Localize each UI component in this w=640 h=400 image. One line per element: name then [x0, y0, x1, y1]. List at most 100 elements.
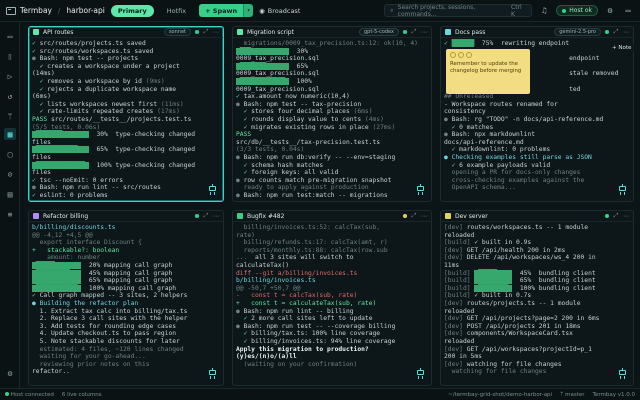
expand-icon[interactable]: ⤢ [613, 28, 619, 36]
terminal-text: Bash: npx markdownlint [451, 131, 535, 139]
note-color-icon[interactable] [450, 52, 456, 58]
terminal-text: waiting for your go-ahead... [39, 353, 146, 361]
host-status-dot-icon [562, 8, 567, 13]
session-pane-migration-script[interactable]: Migration script gpt-5-codex ⤢ ⋯ migrations… [232, 26, 432, 202]
terminal-text: 30% type-checking changed [96, 131, 196, 139]
project-name[interactable]: harbor-api [66, 6, 105, 15]
pane-header[interactable]: Dev server ⤢ ⋯ [441, 211, 633, 222]
terminal-text: DELETE /api/workspaces/ws_4 200 in [466, 254, 596, 262]
terminal-text: ✓ [32, 191, 40, 199]
terminal-text: [████████] [474, 284, 513, 292]
terminal-text: [build] [444, 292, 475, 300]
more-icon[interactable]: ⋯ [213, 29, 219, 36]
agent-robot-icon [208, 368, 217, 379]
app-brand[interactable]: Termbay [6, 6, 52, 15]
host-status-badge[interactable]: Host ok [556, 5, 598, 16]
terminal-text: ● [236, 176, 244, 184]
search-input[interactable]: ⌕ Search projects, sessions, commands...… [384, 3, 533, 18]
sticky-note[interactable]: Remember to update the changelog before … [446, 49, 530, 94]
profile-tab-hotfix[interactable]: Hotfix [160, 5, 193, 17]
note-pin-icon[interactable] [458, 52, 464, 58]
database-icon[interactable]: ≡ [4, 208, 16, 220]
pane-header[interactable]: Refactor billing ⤢ ⋯ [29, 211, 223, 222]
terminal-text: [███████████] [32, 284, 82, 292]
terminal-text: ✓ [236, 169, 252, 177]
link-icon[interactable]: ⊘ [4, 168, 16, 180]
terminal-text: 100% type-checking changed [96, 161, 196, 169]
terminal-output[interactable]: b/billing/discounts.ts @@ -4,12 +4,5 @@ … [29, 222, 223, 378]
grid-view-icon[interactable]: ▦ [4, 128, 16, 140]
host-connected-status: Host connected [5, 391, 54, 398]
pane-header[interactable]: Bugfix #482 ⤢ ⋯ [233, 211, 431, 222]
spawn-dropdown-button[interactable]: ▾ [243, 4, 254, 17]
note-text[interactable]: Remember to update the changelog before … [450, 61, 526, 74]
terminal-output[interactable]: ✓ src/routes/projects.ts saved ✓ src/rou… [29, 38, 223, 201]
notifications-bell-icon[interactable]: ♫ [538, 5, 550, 17]
pane-title: Docs pass [455, 28, 486, 36]
more-icon[interactable]: ⋯ [623, 29, 629, 36]
terminal-text: [█████████████] [32, 161, 89, 169]
terminal-text: Call graph mapped -- 3 sites, 2 helpers [39, 292, 188, 300]
folder-icon[interactable]: ▭ [4, 30, 16, 42]
terminal-text: ✓ [236, 161, 252, 169]
pane-header[interactable]: Migration script gpt-5-codex ⤢ ⋯ [233, 27, 431, 38]
expand-icon[interactable]: ⤢ [613, 212, 619, 220]
terminal-text: ✓ [32, 108, 48, 116]
expand-icon[interactable]: ⤢ [203, 212, 209, 220]
layout-panel-icon[interactable]: ▭ [622, 5, 634, 17]
notes-icon[interactable]: ▤ [4, 188, 16, 200]
spawn-button[interactable]: + Spawn [199, 4, 244, 17]
terminal-text: ✓ [32, 77, 48, 85]
more-icon[interactable]: ⋯ [421, 29, 427, 36]
host-connected-label: Host connected [10, 391, 54, 398]
breadcrumb-separator: / [57, 6, 61, 15]
expand-icon[interactable]: ⤢ [203, 28, 209, 36]
profile-tab-primary[interactable]: Primary [110, 4, 154, 17]
terminal-text: 4. Update checkout.ts to pass region [39, 330, 177, 338]
sidebar-settings-icon[interactable]: ⚙ [4, 367, 16, 379]
terminal-text: (27ms) [372, 123, 396, 131]
terminal-output[interactable]: migrations/0009_tax_precision.ts:12: ok(… [233, 38, 431, 201]
terminal-text: opening a PR for docs-only changes [451, 169, 581, 177]
terminal-text: GET /api/projects?page=2 200 in 6ms [466, 315, 600, 323]
spawn-button-group: + Spawn ▾ [199, 4, 254, 17]
git-branch-icon[interactable]: ᛘ [4, 110, 16, 122]
terminal-text: Apply this migration to production? [236, 345, 369, 353]
history-icon[interactable]: ↺ [4, 90, 16, 102]
terminal-text: reviewing prior notes on this [39, 360, 150, 368]
more-icon[interactable]: ⋯ [421, 213, 427, 220]
session-pane-refactor-billing[interactable]: Refactor billing ⤢ ⋯ b/billing/discounts.ts… [28, 210, 224, 386]
terminal-text: 100% mapping call graph [88, 284, 177, 292]
terminal-text: 1. Extract tax calc into billing/tax.ts [39, 307, 188, 315]
session-pane-api-routes[interactable]: API routes sonnet ⤢ ⋯ ✓ src/routes/projects.… [28, 26, 224, 202]
terminal-text: [dev] [444, 299, 467, 307]
terminal-text: OpenAPI schema... [451, 184, 517, 192]
terminal-text: PASS [236, 131, 252, 139]
terminal-text: Bash: npm run lint -- src/routes [39, 184, 161, 192]
terminal-text: 200 in 5ms [444, 353, 482, 361]
chat-icon[interactable]: ▢ [4, 148, 16, 160]
more-icon[interactable]: ⋯ [213, 213, 219, 220]
file-icon[interactable]: ▯ [4, 50, 16, 62]
search-placeholder: Search projects, sessions, commands... [397, 3, 476, 18]
note-close-icon[interactable] [466, 52, 472, 58]
more-icon[interactable]: ⋯ [623, 213, 629, 220]
terminal-text: amount: number [47, 254, 101, 262]
terminal-text: foreign keys: all valid [251, 169, 339, 177]
terminal-output[interactable]: [dev] routes/workspaces.ts -- 1 module r… [441, 222, 633, 378]
new-note-button[interactable]: + Note [609, 44, 635, 52]
session-pane-bugfix-482[interactable]: Bugfix #482 ⤢ ⋯ billing/invoices.ts:52: ca… [232, 210, 432, 386]
pane-header[interactable]: API routes sonnet ⤢ ⋯ [29, 27, 223, 38]
settings-gear-icon[interactable]: ⚙ [604, 5, 616, 17]
terminal-text: ready to apply against production [243, 184, 369, 192]
session-pane-dev-server[interactable]: Dev server ⤢ ⋯ [dev] routes/workspaces.ts -… [440, 210, 634, 386]
note-toolbar [450, 52, 526, 58]
expand-icon[interactable]: ⤢ [411, 212, 417, 220]
terminal-output[interactable]: billing/invoices.ts:52: calcTax(sub, rat… [233, 222, 431, 370]
pane-header[interactable]: Docs pass gemini-2.5-pro ⤢ ⋯ [441, 27, 633, 38]
terminal-text: 45% bundling client [519, 269, 596, 277]
expand-icon[interactable]: ⤢ [411, 28, 417, 36]
play-icon[interactable]: ▷ [4, 70, 16, 82]
broadcast-button[interactable]: ◉ Broadcast [259, 7, 300, 15]
terminal-text: 45% mapping call graph [88, 269, 173, 277]
